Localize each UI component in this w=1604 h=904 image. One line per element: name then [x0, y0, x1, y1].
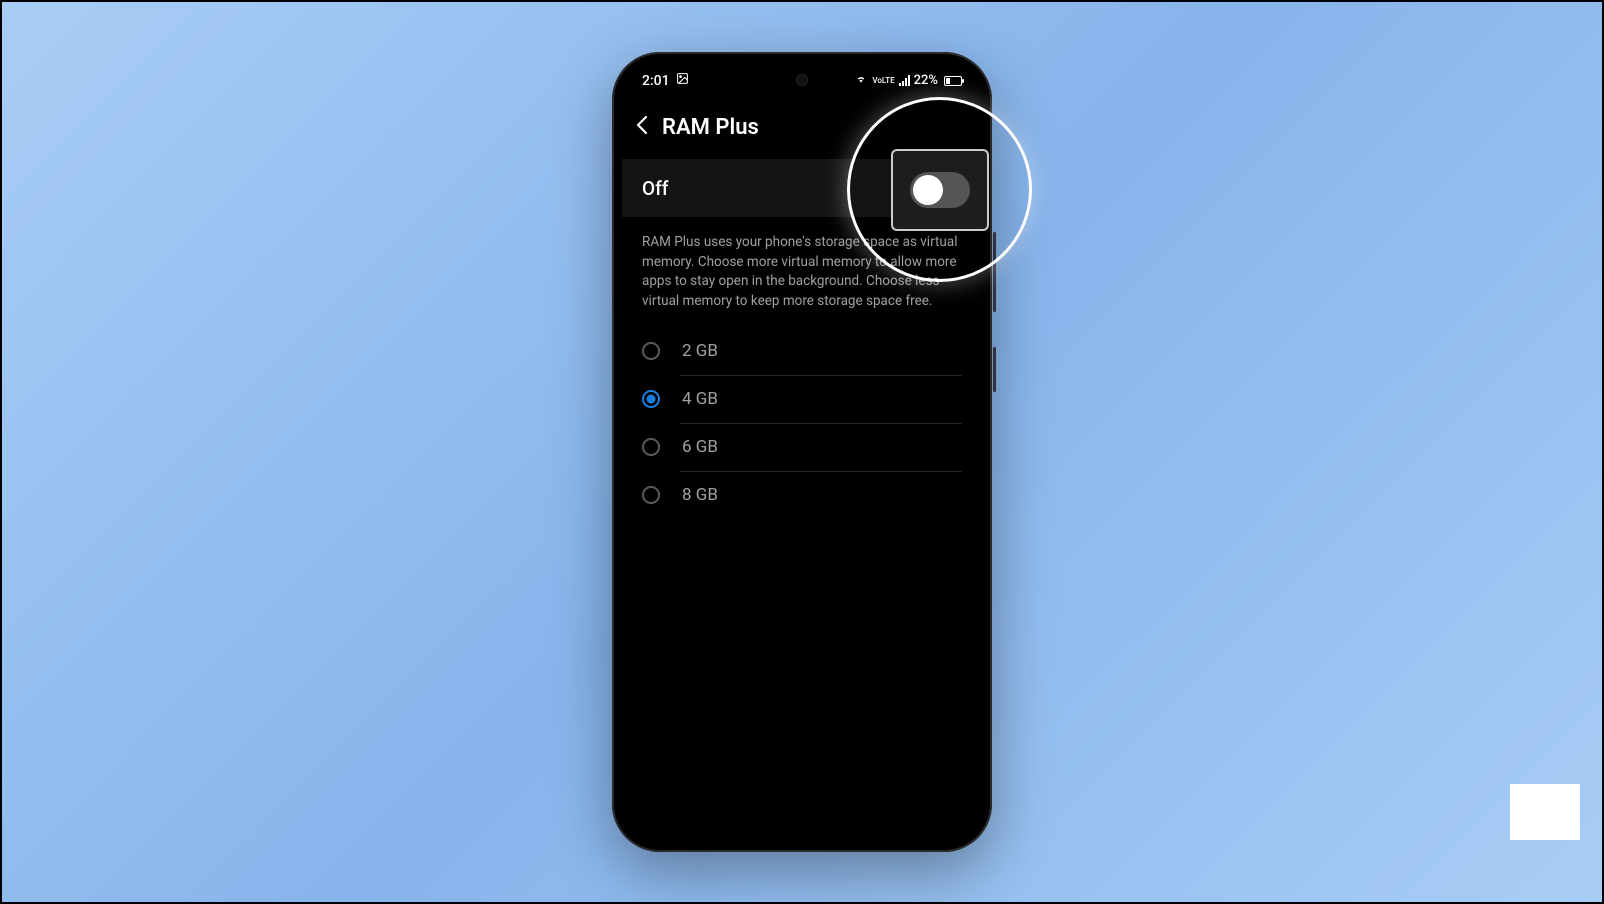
option-2gb[interactable]: 2 GB: [622, 327, 982, 375]
magnified-toggle-thumb: [913, 175, 943, 205]
wifi-icon: [854, 73, 868, 88]
signal-icon: [899, 75, 910, 86]
status-time: 2:01: [642, 73, 670, 89]
battery-icon: [944, 76, 962, 86]
radio-icon: [642, 342, 660, 360]
magnified-toggle: [910, 172, 970, 208]
option-label: 4 GB: [682, 389, 718, 409]
option-label: 6 GB: [682, 437, 718, 457]
magnified-toggle-box: [891, 149, 989, 231]
toggle-state-label: Off: [642, 177, 669, 200]
radio-icon: [642, 438, 660, 456]
option-label: 8 GB: [682, 485, 718, 505]
option-8gb[interactable]: 8 GB: [622, 471, 982, 519]
option-4gb[interactable]: 4 GB: [622, 375, 982, 423]
option-list: 2 GB 4 GB 6 GB 8 GB: [622, 327, 982, 519]
power-button[interactable]: [993, 347, 996, 392]
option-6gb[interactable]: 6 GB: [622, 423, 982, 471]
phone-frame: 2:01 VoLTE 22% RAM Plus Off: [612, 52, 992, 852]
battery-percent: 22%: [914, 73, 938, 88]
back-icon[interactable]: [636, 113, 648, 141]
highlight-magnifier: [847, 97, 1032, 282]
network-type: VoLTE: [872, 77, 894, 85]
page-title: RAM Plus: [662, 115, 759, 140]
radio-icon: [642, 390, 660, 408]
option-label: 2 GB: [682, 341, 718, 361]
radio-icon: [642, 486, 660, 504]
camera-hole: [796, 74, 808, 86]
image-icon: [676, 72, 689, 89]
corner-overlay: [1510, 784, 1580, 840]
